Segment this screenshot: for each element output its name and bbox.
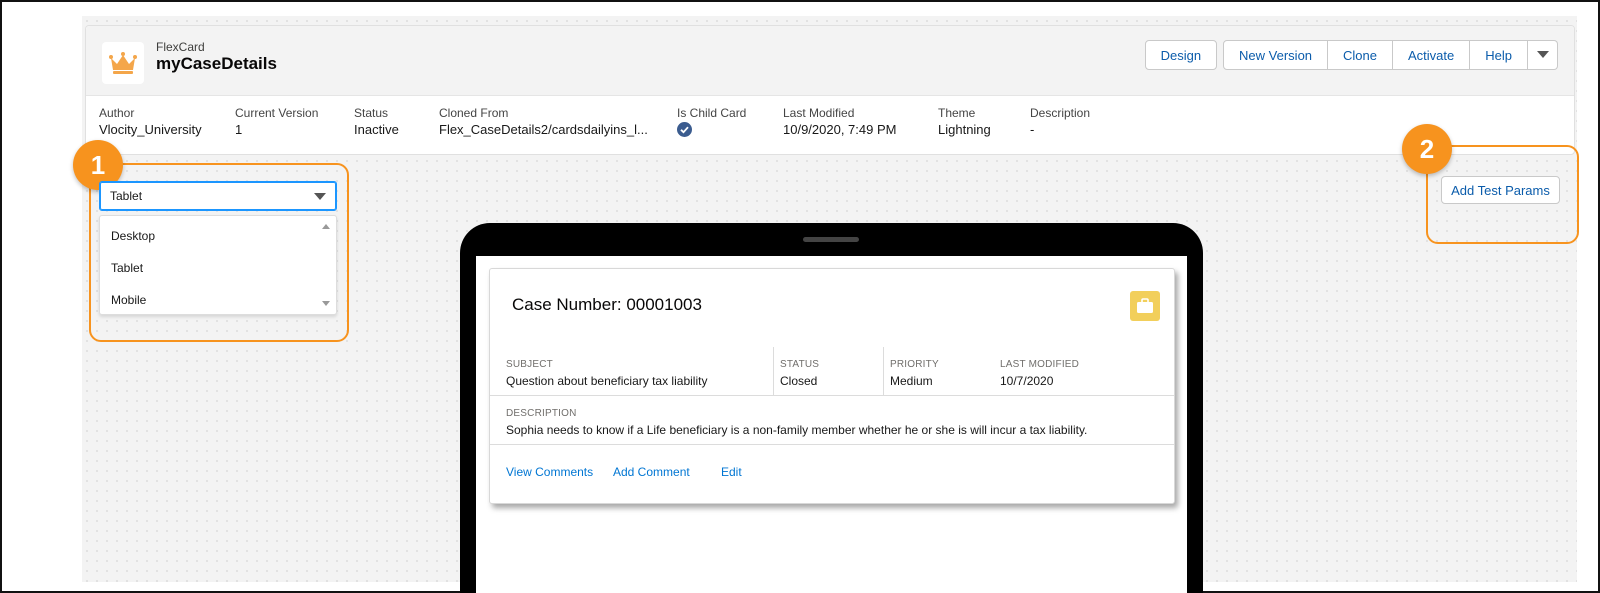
device-select[interactable]: Tablet <box>99 181 337 211</box>
add-test-params-button[interactable]: Add Test Params <box>1441 176 1560 204</box>
tablet-speaker <box>803 237 859 242</box>
field-last-modified: Last Modified 10/9/2020, 7:49 PM <box>783 106 896 137</box>
dropdown-option-desktop[interactable]: Desktop <box>111 229 155 243</box>
header-actions: Design New Version Clone Activate Help <box>1144 40 1558 70</box>
field-author: Author Vlocity_University <box>99 106 202 137</box>
design-button[interactable]: Design <box>1144 40 1218 70</box>
case-field-status: STATUS Closed <box>780 359 819 388</box>
field-label: Current Version <box>235 106 319 120</box>
scroll-down-icon[interactable] <box>322 301 330 306</box>
case-field-value: Closed <box>780 374 818 388</box>
case-field-label: LAST MODIFIED <box>1000 359 1080 370</box>
field-value: Inactive <box>354 122 399 137</box>
field-label: Author <box>99 106 135 120</box>
case-field-value: Question about beneficiary tax liability <box>506 374 708 388</box>
cloned-from-link[interactable]: Flex_CaseDetails2/cardsdailyins_l... <box>439 122 648 137</box>
field-label: Is Child Card <box>677 106 747 120</box>
device-select-value: Tablet <box>110 189 143 203</box>
page-title: myCaseDetails <box>156 54 277 73</box>
field-current-version: Current Version 1 <box>235 106 318 137</box>
field-cloned-from: Cloned From Flex_CaseDetails2/cardsdaily… <box>439 106 648 137</box>
scroll-up-icon[interactable] <box>322 224 330 229</box>
field-value: Lightning <box>938 122 991 137</box>
chevron-down-icon <box>1536 51 1549 58</box>
case-card: Case Number: 00001003 SUBJECT Question a… <box>489 268 1175 504</box>
help-button[interactable]: Help <box>1470 40 1528 70</box>
field-label: Description <box>1030 106 1091 120</box>
case-description-row: DESCRIPTION Sophia needs to know if a Li… <box>490 396 1174 445</box>
dropdown-option-mobile[interactable]: Mobile <box>111 293 146 307</box>
view-comments-link[interactable]: View Comments <box>506 465 593 479</box>
case-field-label: STATUS <box>780 359 820 370</box>
chevron-down-icon <box>314 193 326 200</box>
field-description: Description - <box>1030 106 1090 137</box>
case-field-label: PRIORITY <box>890 359 939 370</box>
briefcase-icon <box>1130 291 1160 321</box>
edit-link[interactable]: Edit <box>721 465 742 479</box>
dropdown-option-tablet[interactable]: Tablet <box>111 261 143 275</box>
header-fields: Author Vlocity_University Current Versio… <box>86 106 1574 146</box>
field-is-child-card: Is Child Card <box>677 106 746 140</box>
field-value: Vlocity_University <box>99 122 202 137</box>
callout-badge-2: 2 <box>1402 124 1452 174</box>
more-actions-button[interactable] <box>1528 40 1558 70</box>
crown-icon <box>102 42 144 84</box>
column-divider <box>773 347 774 396</box>
case-field-value: Sophia needs to know if a Life beneficia… <box>506 423 1088 437</box>
device-dropdown: Desktop Tablet Mobile <box>99 215 337 315</box>
field-value: 1 <box>235 122 243 137</box>
flexcard-header: FlexCard myCaseDetails Design New Versio… <box>85 25 1575 155</box>
clone-button[interactable]: Clone <box>1328 40 1393 70</box>
case-field-value: 10/7/2020 <box>1000 374 1054 388</box>
tablet-device-frame: Case Number: 00001003 SUBJECT Question a… <box>460 223 1203 593</box>
field-label: Last Modified <box>783 106 855 120</box>
field-label: Cloned From <box>439 106 509 120</box>
column-divider <box>883 347 884 396</box>
case-field-last-modified: LAST MODIFIED 10/7/2020 <box>1000 359 1079 388</box>
tablet-screen: Case Number: 00001003 SUBJECT Question a… <box>476 256 1187 593</box>
field-status: Status Inactive <box>354 106 399 137</box>
case-field-priority: PRIORITY Medium <box>890 359 939 388</box>
object-type-label: FlexCard <box>156 40 205 54</box>
field-value: - <box>1030 122 1035 137</box>
case-field-label: DESCRIPTION <box>506 408 577 419</box>
field-label: Theme <box>938 106 976 120</box>
case-field-description: DESCRIPTION Sophia needs to know if a Li… <box>506 408 1087 437</box>
case-field-subject: SUBJECT Question about beneficiary tax l… <box>506 359 707 388</box>
activate-button[interactable]: Activate <box>1393 40 1471 70</box>
case-field-label: SUBJECT <box>506 359 553 370</box>
case-fields-row: SUBJECT Question about beneficiary tax l… <box>490 347 1174 396</box>
check-icon <box>677 122 746 140</box>
field-theme: Theme Lightning <box>938 106 991 137</box>
new-version-button[interactable]: New Version <box>1223 40 1329 70</box>
add-comment-link[interactable]: Add Comment <box>613 465 690 479</box>
field-label: Status <box>354 106 389 120</box>
case-field-value: Medium <box>890 374 933 388</box>
case-card-title: Case Number: 00001003 <box>512 295 702 314</box>
header-top-bar: FlexCard myCaseDetails Design New Versio… <box>86 26 1574 96</box>
field-value: 10/9/2020, 7:49 PM <box>783 122 897 137</box>
